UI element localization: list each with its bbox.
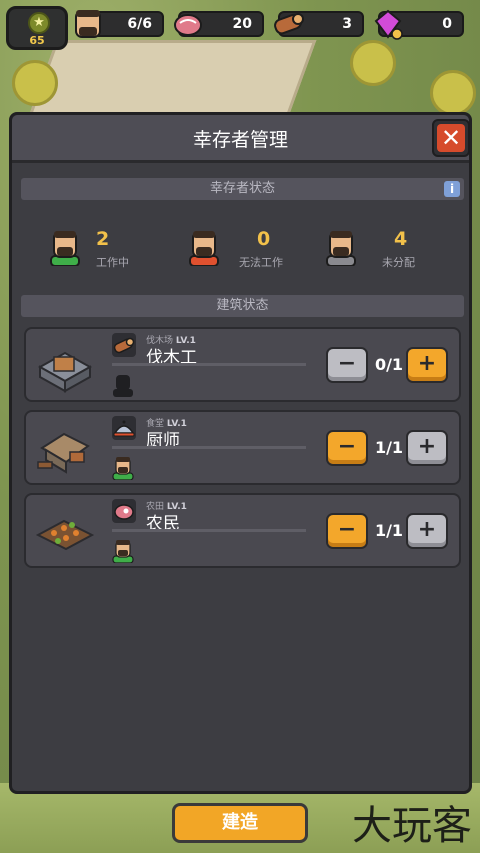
divider [112,363,306,366]
divider [112,529,306,532]
stat-unable-label: 无法工作 [239,256,283,269]
survivor-count-value: 6/6 [127,16,152,32]
add-worker-button[interactable]: + [406,430,448,466]
survivor-count: 6/6 [75,10,164,38]
gem-icon [374,9,403,40]
building-row-canteen: 食堂 LV.1 厨师 − 1/1 + [24,410,461,485]
building-status-header: 建筑状态 [21,295,464,317]
working-survivor-icon [50,231,80,266]
stat-unassigned-value: 4 [394,228,408,250]
log-icon [274,13,304,35]
resource-bar: ★ 65 6/6 20 3 0 [0,0,480,52]
lumber-mill-icon [37,351,93,393]
log-icon [112,333,136,357]
player-level: 65 [29,34,45,47]
worker-count: 1/1 [374,438,404,457]
cloche-icon [112,416,136,440]
info-icon[interactable]: i [444,181,460,197]
stat-unassigned: 4 未分配 [324,228,434,270]
gem-count[interactable]: 0 [374,9,464,40]
build-button[interactable]: 建造 [172,803,308,843]
building-row-lumber: 伐木场 LV.1 伐木工 − 0/1 + [24,327,461,402]
gem-count-value: 0 [442,16,452,32]
remove-worker-button[interactable]: − [326,347,368,383]
stat-unassigned-label: 未分配 [382,256,415,269]
tree [12,60,58,106]
panel-header: 幸存者管理 ✕ [12,115,470,163]
remove-worker-button[interactable]: − [326,513,368,549]
watermark: 大玩客 [352,803,472,849]
close-button[interactable]: ✕ [432,119,470,157]
tree [430,70,476,116]
survivor-status-header: 幸存者状态 i [21,178,464,200]
add-worker-button[interactable]: + [406,513,448,549]
canteen-icon [37,432,90,474]
wood-count: 3 [274,11,364,37]
stat-working-value: 2 [96,228,110,250]
survivor-face-icon [75,10,101,38]
survivor-management-panel: 幸存者管理 ✕ 幸存者状态 i 2 工作中 0 无法工作 4 未分配 建筑状态 … [9,112,472,794]
building-row-farm: 农田 LV.1 农民 − 1/1 + [24,493,461,568]
worker-count: 1/1 [374,521,404,540]
building-status-title: 建筑状态 [216,298,269,313]
assigned-worker-icon [112,457,134,480]
unassigned-survivor-icon [326,231,356,266]
meat-icon [112,499,136,523]
assigned-worker-icon [112,540,134,563]
remove-worker-button[interactable]: − [326,430,368,466]
stat-unable-value: 0 [257,228,271,250]
empty-worker-slot-icon [113,375,133,397]
worker-count: 0/1 [374,355,404,374]
star-icon: ★ [28,12,50,34]
survivor-status-title: 幸存者状态 [209,181,275,196]
wood-count-value: 3 [342,16,352,32]
divider [112,446,306,449]
stat-working: 2 工作中 [48,228,158,270]
player-level-badge[interactable]: ★ 65 [6,6,68,50]
stat-working-label: 工作中 [96,256,129,269]
farm-field-icon [35,519,95,551]
unable-survivor-icon [189,231,219,266]
close-icon: ✕ [437,124,465,152]
stat-unable: 0 无法工作 [187,228,297,270]
panel-title: 幸存者管理 [192,129,288,151]
meat-icon [174,14,202,36]
meat-count: 20 [174,11,264,37]
add-worker-button[interactable]: + [406,347,448,383]
meat-count-value: 20 [232,16,252,32]
